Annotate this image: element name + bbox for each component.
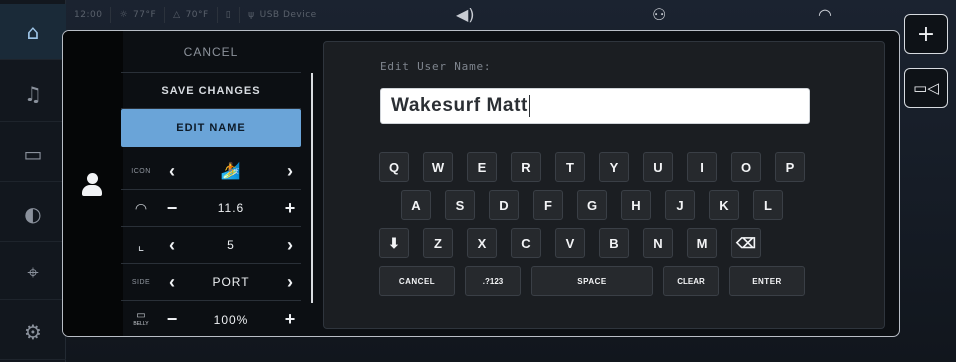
edit-name-button[interactable]: EDIT NAME: [121, 109, 301, 147]
backspace-key-icon[interactable]: ⌫: [731, 228, 761, 258]
belly-decrease-button[interactable]: −: [161, 309, 183, 330]
key-i[interactable]: I: [687, 152, 717, 182]
icon-prev-button[interactable]: ‹: [161, 161, 183, 182]
gear-icon[interactable]: ⚙: [0, 304, 66, 360]
key-l[interactable]: L: [753, 190, 783, 220]
status-bar: 12:00 ☼ 77°F △ 70°F ▯ ψ USB Device: [66, 0, 886, 30]
key-v[interactable]: V: [555, 228, 585, 258]
text-caret: [528, 95, 530, 117]
camera-icon[interactable]: ▭◁: [904, 68, 948, 108]
phone-icon: ▯: [225, 10, 232, 20]
space-key[interactable]: SPACE: [531, 266, 653, 296]
key-u[interactable]: U: [643, 152, 673, 182]
key-w[interactable]: W: [423, 152, 453, 182]
wave-next-button[interactable]: ›: [279, 235, 301, 256]
save-changes-button[interactable]: SAVE CHANGES: [121, 73, 301, 109]
toggle-icon[interactable]: ◐: [0, 186, 66, 242]
icon-label: ICON: [131, 167, 151, 175]
belly-increase-button[interactable]: +: [279, 309, 301, 330]
add-button[interactable]: +: [904, 14, 948, 54]
side-prev-button[interactable]: ‹: [161, 272, 183, 293]
water-temp: △ 70°F: [165, 7, 218, 23]
belly-ballast-icon: ▭ BELLY: [133, 309, 149, 327]
clear-button[interactable]: CLEAR: [663, 266, 719, 296]
user-profile-icon: [81, 173, 103, 199]
key-n[interactable]: N: [643, 228, 673, 258]
wave-row: ⌞ ‹ 5 ›: [121, 227, 301, 264]
key-q[interactable]: Q: [379, 152, 409, 182]
key-o[interactable]: O: [731, 152, 761, 182]
key-f[interactable]: F: [533, 190, 563, 220]
key-m[interactable]: M: [687, 228, 717, 258]
key-z[interactable]: Z: [423, 228, 453, 258]
speed-row: ◠ − 11.6 +: [121, 190, 301, 227]
map-pin-icon[interactable]: ⌖: [0, 244, 66, 300]
key-b[interactable]: B: [599, 228, 629, 258]
name-input-value: Wakesurf Matt: [391, 95, 528, 116]
side-label: SIDE: [131, 278, 151, 286]
icon-next-button[interactable]: ›: [279, 161, 301, 182]
icon-row: ICON ‹ 🏄 ›: [121, 153, 301, 190]
key-t[interactable]: T: [555, 152, 585, 182]
left-nav: ⌂ ♫ ▭ ◐ ⌖ ⚙: [0, 0, 66, 362]
key-a[interactable]: A: [401, 190, 431, 220]
clock: 12:00: [66, 7, 112, 23]
screen: ⌂ ♫ ▭ ◐ ⌖ ⚙ 12:00 ☼ 77°F △ 70°F ▯ ψ USB Dev…: [0, 0, 956, 362]
ballast-icon[interactable]: ▭: [0, 126, 66, 182]
menu-divider: [311, 73, 313, 303]
wave-shape-icon: ⌞: [137, 236, 145, 253]
keyboard-row-4: CANCEL .?123 SPACE CLEAR ENTER: [379, 266, 815, 296]
key-x[interactable]: X: [467, 228, 497, 258]
home-icon[interactable]: ⌂: [0, 4, 66, 60]
key-j[interactable]: J: [665, 190, 695, 220]
shift-key-icon[interactable]: ⬇: [379, 228, 409, 258]
speedometer-icon: ◠: [134, 199, 148, 216]
numeric-toggle-button[interactable]: .?123: [465, 266, 521, 296]
speed-decrease-button[interactable]: −: [161, 198, 183, 219]
keyboard-row-1: Q W E R T Y U I O P: [379, 152, 819, 182]
music-icon[interactable]: ♫: [0, 66, 66, 122]
key-d[interactable]: D: [489, 190, 519, 220]
usb-status: ψ USB Device: [248, 10, 317, 20]
key-p[interactable]: P: [775, 152, 805, 182]
wave-value: 5: [227, 238, 235, 252]
keyboard-row-2: A S D F G H J K L: [401, 190, 797, 220]
keyboard-row-3: ⬇ Z X C V B N M ⌫: [379, 228, 775, 258]
belly-row: ▭ BELLY − 100% +: [121, 301, 301, 336]
surfer-icon: 🏄: [220, 163, 242, 180]
key-e[interactable]: E: [467, 152, 497, 182]
name-input[interactable]: Wakesurf Matt: [380, 88, 810, 124]
edit-user-modal: CANCEL SAVE CHANGES EDIT NAME ICON ‹ 🏄 ›…: [62, 30, 900, 337]
side-next-button[interactable]: ›: [279, 272, 301, 293]
wave-prev-button[interactable]: ‹: [161, 235, 183, 256]
key-s[interactable]: S: [445, 190, 475, 220]
keyboard-cancel-button[interactable]: CANCEL: [379, 266, 455, 296]
water-drop-icon: △: [173, 10, 181, 20]
key-r[interactable]: R: [511, 152, 541, 182]
belly-value: 100%: [213, 312, 249, 327]
key-h[interactable]: H: [621, 190, 651, 220]
side-value: PORT: [212, 275, 250, 289]
editor-title: Edit User Name:: [380, 60, 492, 73]
key-y[interactable]: Y: [599, 152, 629, 182]
air-temp: ☼ 77°F: [111, 7, 166, 23]
enter-button[interactable]: ENTER: [729, 266, 805, 296]
speed-increase-button[interactable]: +: [279, 198, 301, 219]
key-k[interactable]: K: [709, 190, 739, 220]
settings-menu: CANCEL SAVE CHANGES EDIT NAME ICON ‹ 🏄 ›…: [121, 31, 301, 336]
side-row: SIDE ‹ PORT ›: [121, 264, 301, 301]
speed-value: 11.6: [217, 201, 245, 215]
cancel-button[interactable]: CANCEL: [121, 31, 301, 73]
name-editor-panel: Edit User Name: Wakesurf Matt Q W E R T …: [323, 41, 885, 329]
usb-icon: ψ: [248, 10, 255, 20]
key-c[interactable]: C: [511, 228, 541, 258]
phone-status: ▯: [218, 7, 241, 23]
sun-icon: ☼: [119, 10, 129, 20]
key-g[interactable]: G: [577, 190, 607, 220]
right-nav: + ▭◁: [900, 0, 956, 362]
